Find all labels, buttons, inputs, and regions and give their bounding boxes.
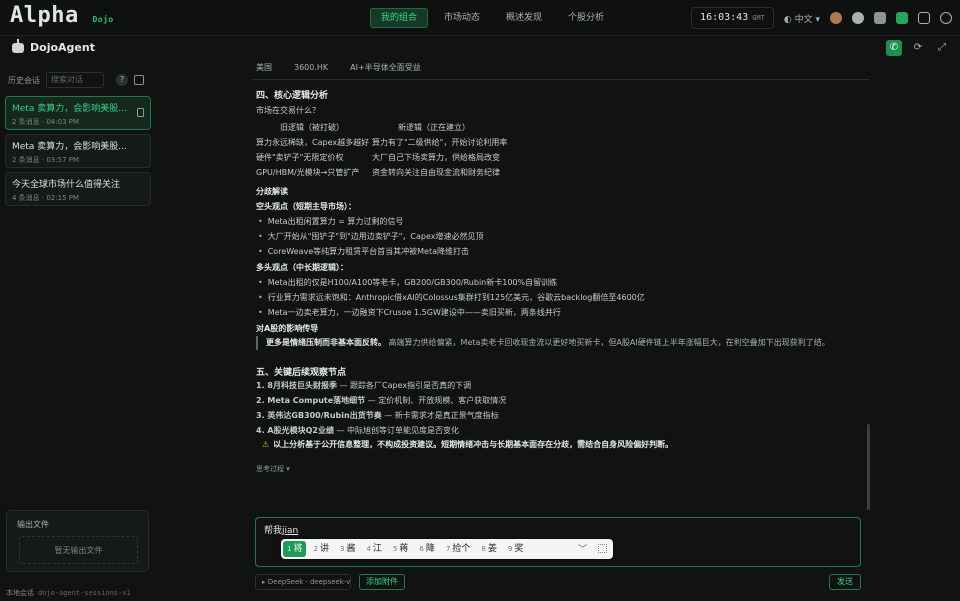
conversation-item[interactable]: 今天全球市场什么值得关注 4 条消息 · 02:15 PM [5, 172, 151, 206]
agent-header: DojoAgent ✆ ⟳ ⤢ [0, 37, 960, 61]
conversation-item[interactable]: Meta 卖算力，会影响美股... 2 条消息 · 04:03 PM [5, 96, 151, 130]
ime-candidate[interactable]: 4江 [362, 541, 385, 557]
conversation-item[interactable]: Meta 卖算力，会影响美股... 2 条消息 · 03:57 PM [5, 134, 151, 168]
table-cell: 资金转向关注自由现金流和财务纪律 [372, 168, 500, 177]
table-cell: 硬件"卖铲子"无限定价权 [256, 153, 344, 162]
ime-candidate[interactable]: 9奖 [504, 541, 527, 557]
model-select[interactable]: ▸ DeepSeek · deepseek-v4 ▾ [255, 574, 351, 590]
subheading: 分歧解读 [256, 187, 288, 196]
avatar-icon[interactable] [830, 12, 842, 24]
output-files-empty: 暂无输出文件 [19, 536, 138, 564]
table-header: 旧逻辑（被打破） [280, 123, 344, 132]
list-item: 行业算力需求远未饱和：Anthropic借xAI的Colossus集群打到125… [258, 292, 645, 303]
list-item: 1. 8月科技巨头财报季 — 跟踪各厂Capex指引是否真的下调 [256, 381, 472, 390]
tab-portfolio[interactable]: 我的组合 [370, 8, 429, 28]
settings-icon[interactable] [940, 12, 952, 24]
whatsapp-icon[interactable]: ✆ [886, 40, 902, 56]
composer-toolbar: ▸ DeepSeek · deepseek-v4 ▾ 添加附件 发送 [255, 574, 861, 592]
history-header: 历史会话 搜索对话 ? [8, 72, 148, 88]
clock: 16:03:43 GMT [691, 7, 774, 29]
language-select[interactable]: ◐ 中文 ▾ [784, 12, 820, 25]
section-heading: 四、核心逻辑分析 [256, 91, 329, 101]
send-button[interactable]: 发送 [829, 574, 861, 590]
agent-actions: ✆ ⟳ ⤢ [886, 40, 950, 56]
list-item: Meta出租闲置算力 = 算力过剩的信号 [258, 216, 404, 227]
history-sidebar: 历史会话 搜索对话 ? Meta 卖算力，会影响美股... 2 条消息 · 04… [0, 66, 156, 601]
tab-market[interactable]: 市场动态 [434, 8, 490, 28]
subheading: 多头观点（中长期逻辑）： [256, 263, 348, 272]
refresh-icon[interactable]: ⟳ [910, 40, 926, 56]
ime-candidate[interactable]: 8姜 [477, 541, 500, 557]
table-cell: 算力永远稀缺，Capex越多越好 [256, 138, 370, 147]
agent-title: DojoAgent [12, 38, 95, 54]
list-item: 4. A股光模块Q2业绩 — 中际旭创等订单能见度是否变化 [256, 426, 460, 435]
blockquote: 更多是情绪压制而非基本面反转。 高端算力供给偏紧，Meta卖老卡回收现金流以更好… [256, 336, 856, 350]
ime-candidate[interactable]: 5蒋 [389, 541, 412, 557]
chat-input-value: 帮我jian [264, 526, 299, 536]
grid-icon[interactable] [598, 544, 607, 553]
add-attachment-button[interactable]: 添加附件 [359, 574, 405, 590]
tab-discover[interactable]: 概述发现 [496, 8, 552, 28]
history-search-input[interactable]: 搜索对话 [46, 72, 104, 88]
ime-candidate-bar: 1将 2讲 3酱 4江 5蒋 6降 7 捡个 8姜 9奖 ﹀ [281, 539, 613, 559]
new-chat-icon[interactable] [134, 75, 144, 85]
divider [252, 79, 870, 80]
trash-icon[interactable] [137, 108, 144, 117]
table-row: 美国 3600.HK AI+半导体全面受益 [256, 63, 421, 72]
discord-icon[interactable] [874, 12, 886, 24]
list-item: Meta一边卖老算力，一边融资下Crusoe 1.5GW建设中——卖旧买新，两条… [258, 307, 561, 318]
robot-icon [12, 38, 24, 53]
output-files-title: 输出文件 [17, 520, 49, 529]
table-cell: 算力有了"二级供给"，开始讨论利用率 [372, 138, 508, 147]
table-header: 新逻辑（正在建立） [398, 123, 470, 132]
ime-candidate[interactable]: 3酱 [336, 541, 359, 557]
ime-candidate[interactable]: 1将 [283, 541, 307, 557]
ime-candidate[interactable]: 2讲 [309, 541, 332, 557]
expand-icon[interactable]: ⤢ [934, 40, 950, 56]
ime-candidate[interactable]: 6降 [415, 541, 438, 557]
ime-candidate[interactable]: 7 捡个 [442, 541, 474, 557]
github-icon[interactable] [852, 12, 864, 24]
disclaimer: ⚠ 以上分析基于公开信息整理，不构成投资建议。短期情绪冲击与长期基本面存在分歧，需… [262, 440, 674, 449]
mail-icon[interactable] [918, 12, 930, 24]
table-cell: GPU/HBM/光模块→只管扩产 [256, 168, 360, 177]
list-item: CoreWeave等纯算力租赁平台首当其冲被Meta降维打击 [258, 246, 469, 257]
history-label: 历史会话 [8, 75, 40, 85]
warning-icon: ⚠ [262, 440, 270, 449]
app-logo[interactable]: Alpha Dojo [10, 3, 114, 28]
subheading: 对A股的影响传导 [256, 324, 319, 333]
help-icon[interactable]: ? [116, 74, 128, 86]
table-cell: 大厂自己下场卖算力，供给格局改变 [372, 153, 500, 162]
list-item: 2. Meta Compute落地细节 — 定价机制、开放规模、客户获取情况 [256, 396, 507, 405]
top-right-controls: 16:03:43 GMT ◐ 中文 ▾ [691, 7, 952, 29]
chat-message: 美国 3600.HK AI+半导体全面受益 四、核心逻辑分析 市场在交易什么？ 旧逻… [240, 62, 870, 512]
list-item: 大厂开始从"囤铲子"到"边用边卖铲子"，Capex增速必然见顶 [258, 231, 484, 242]
paragraph: 市场在交易什么？ [256, 106, 320, 115]
tab-stock-analysis[interactable]: 个股分析 [558, 8, 614, 28]
main-nav: 我的组合 市场动态 概述发现 个股分析 [370, 8, 614, 28]
top-bar: Alpha Dojo 我的组合 市场动态 概述发现 个股分析 16:03:43 G… [0, 0, 960, 36]
output-files-panel: 输出文件 暂无输出文件 [6, 510, 149, 572]
chevron-down-icon[interactable]: ﹀ [578, 542, 587, 555]
scrollbar[interactable] [867, 424, 870, 510]
wechat-icon[interactable] [896, 12, 908, 24]
list-item: Meta出租的仅是H100/A100等老卡，GB200/GB300/Rubin新… [258, 277, 557, 288]
list-item: 3. 英伟达GB300/Rubin出货节奏 — 新卡需求才是真正景气度指标 [256, 411, 499, 420]
thinking-toggle[interactable]: 思考过程 ▾ [256, 464, 290, 474]
subheading: 空头观点（短期主导市场）： [256, 202, 356, 211]
session-info: 本地会话 dojo-agent-sessions-v1 [6, 589, 131, 597]
section-heading: 五、关键后续观察节点 [256, 368, 347, 378]
